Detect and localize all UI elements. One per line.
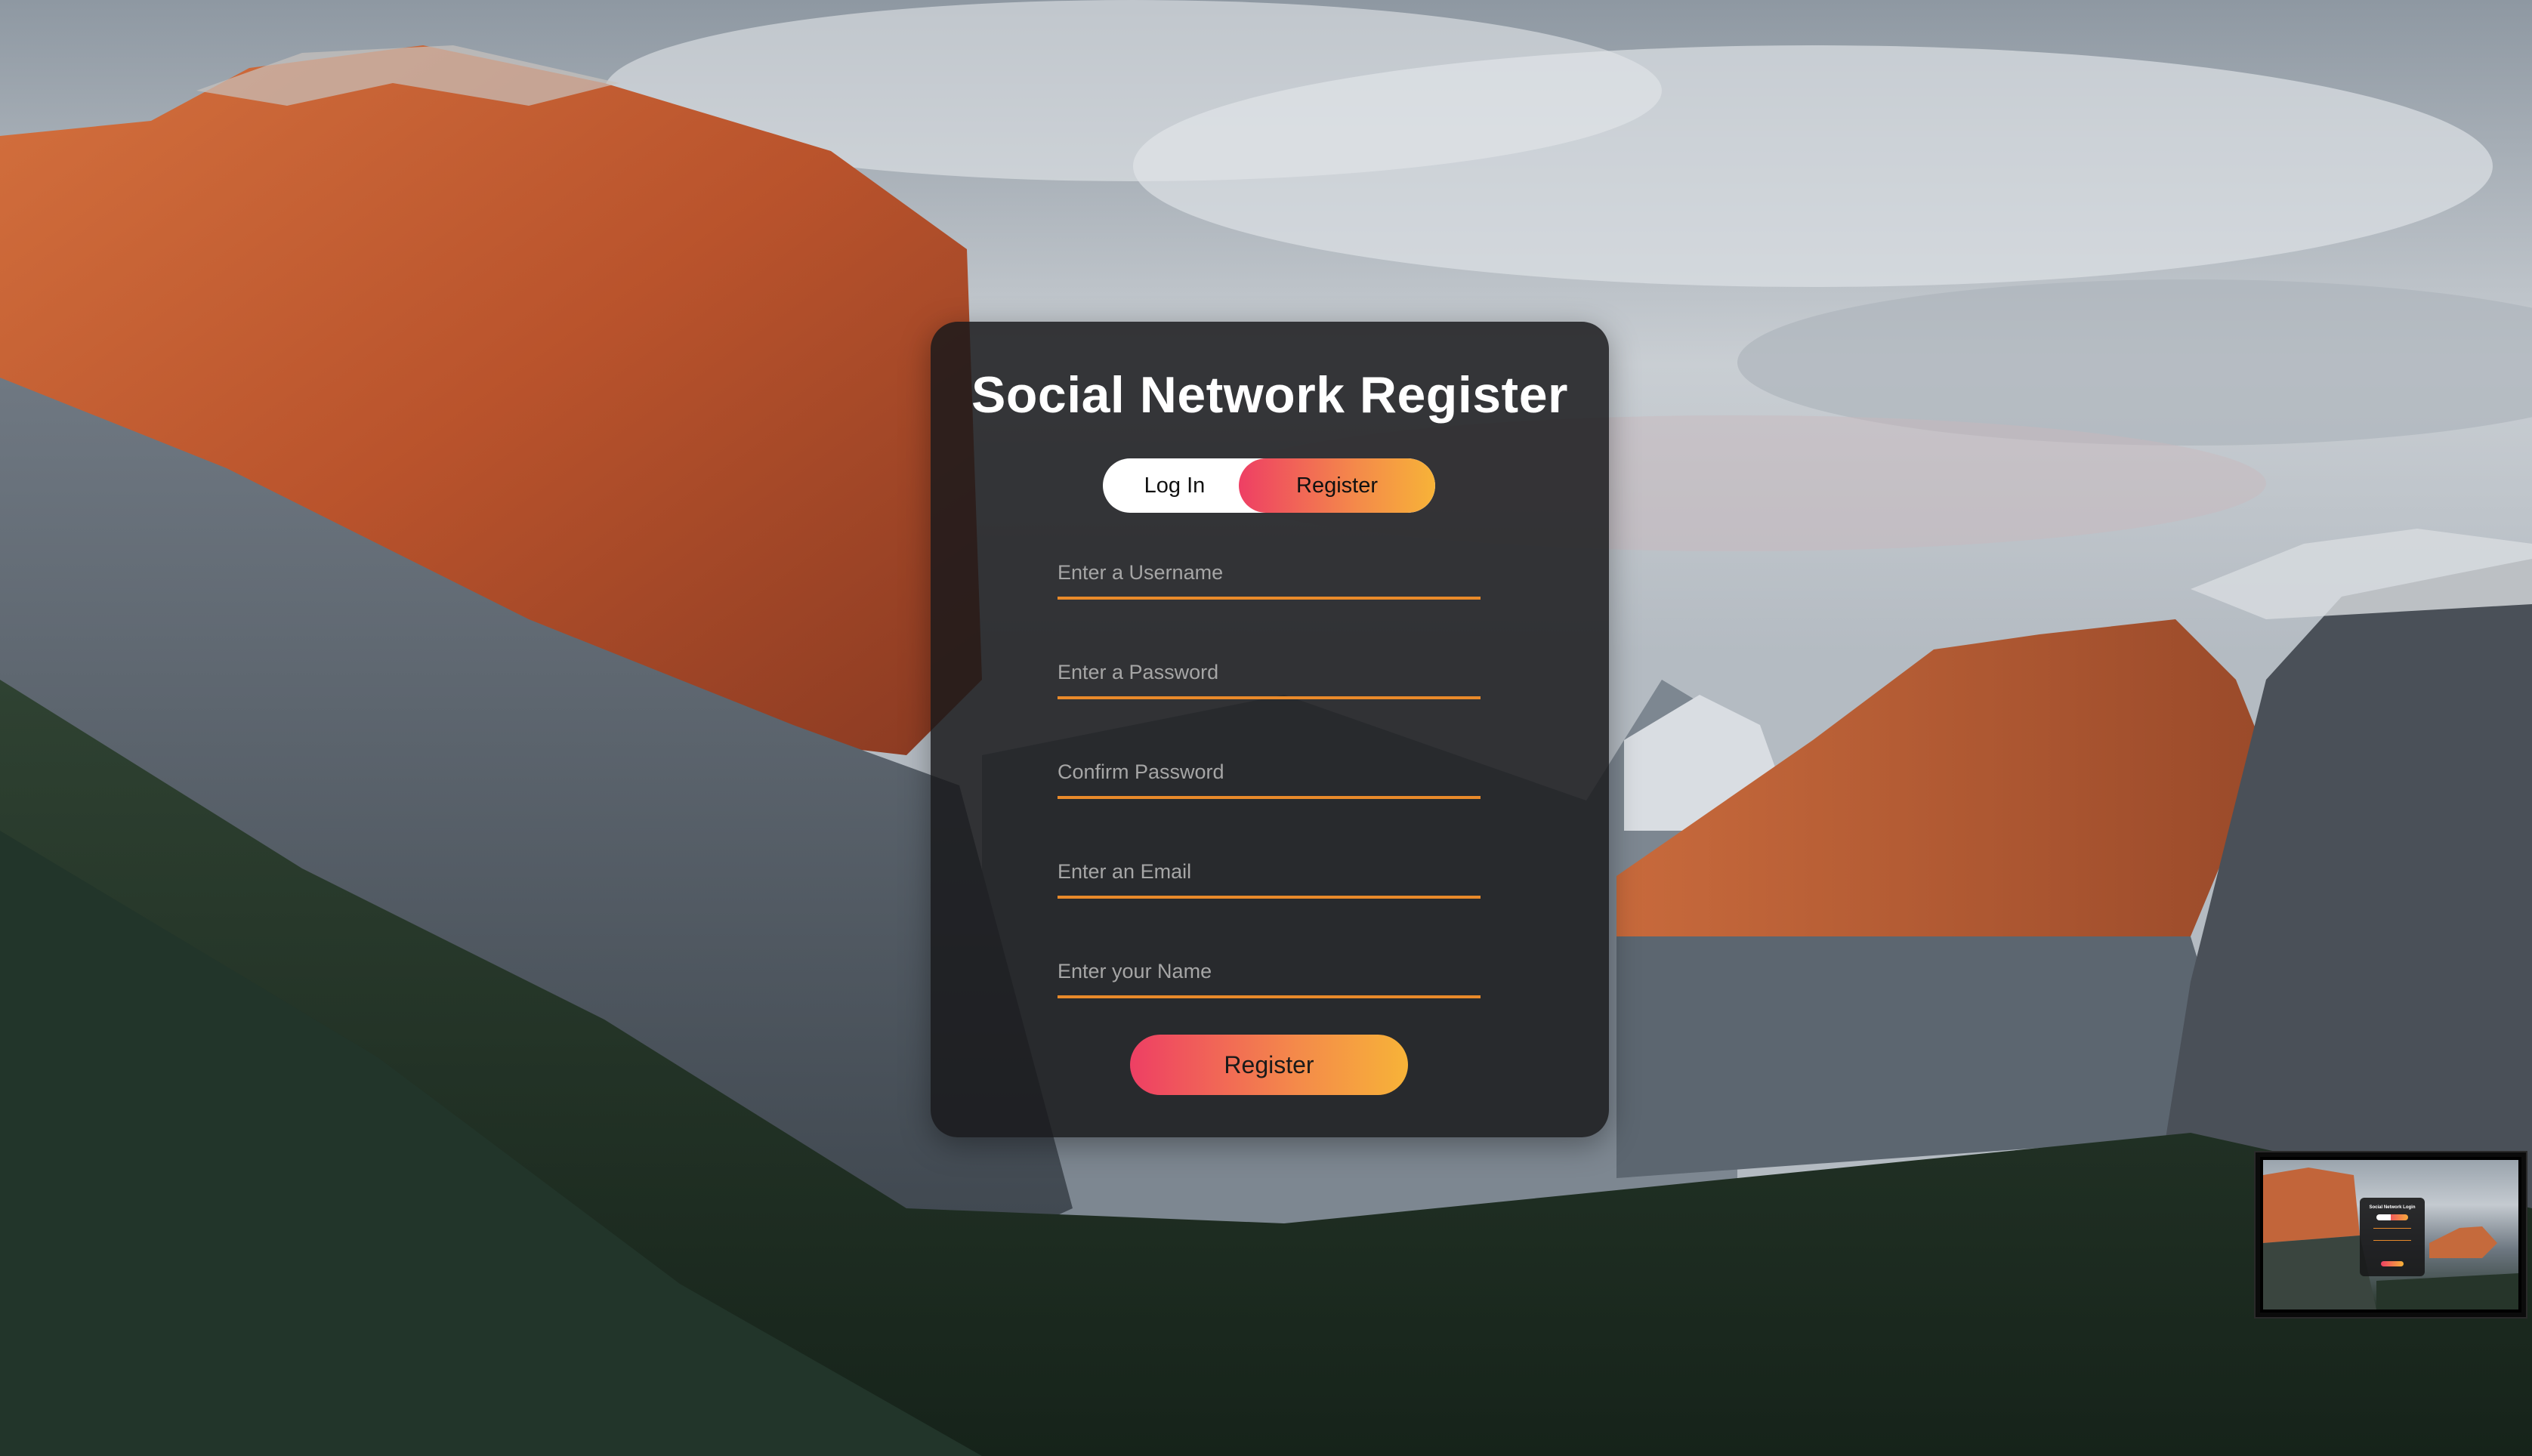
password-field: [1058, 648, 1481, 699]
thumbnail-field-line: [2373, 1228, 2411, 1229]
name-field: [1058, 947, 1481, 998]
email-field: [1058, 847, 1481, 899]
thumbnail-toggle: [2376, 1214, 2408, 1220]
desktop-background: Social Network Register Log In Register …: [0, 0, 2532, 1456]
confirm-password-field: [1058, 748, 1481, 799]
email-input[interactable]: [1058, 847, 1481, 896]
username-input[interactable]: [1058, 548, 1481, 597]
thumbnail-card: Social Network Login: [2360, 1198, 2425, 1276]
register-button[interactable]: Register: [1130, 1035, 1408, 1095]
auth-mode-toggle: Log In Register: [1103, 458, 1435, 513]
register-card: Social Network Register Log In Register …: [931, 322, 1609, 1137]
tab-register[interactable]: Register: [1239, 458, 1435, 513]
confirm-password-input[interactable]: [1058, 748, 1481, 796]
tab-login[interactable]: Log In: [1103, 458, 1246, 513]
thumbnail-button: [2381, 1261, 2404, 1266]
window-thumbnail-preview[interactable]: Social Network Login: [2256, 1152, 2526, 1317]
page-title: Social Network Register: [971, 366, 1568, 424]
username-field: [1058, 548, 1481, 600]
password-input[interactable]: [1058, 648, 1481, 696]
thumbnail-field-line: [2373, 1240, 2411, 1241]
thumbnail-image: Social Network Login: [2263, 1160, 2518, 1309]
name-input[interactable]: [1058, 947, 1481, 995]
thumbnail-title: Social Network Login: [2369, 1205, 2416, 1210]
